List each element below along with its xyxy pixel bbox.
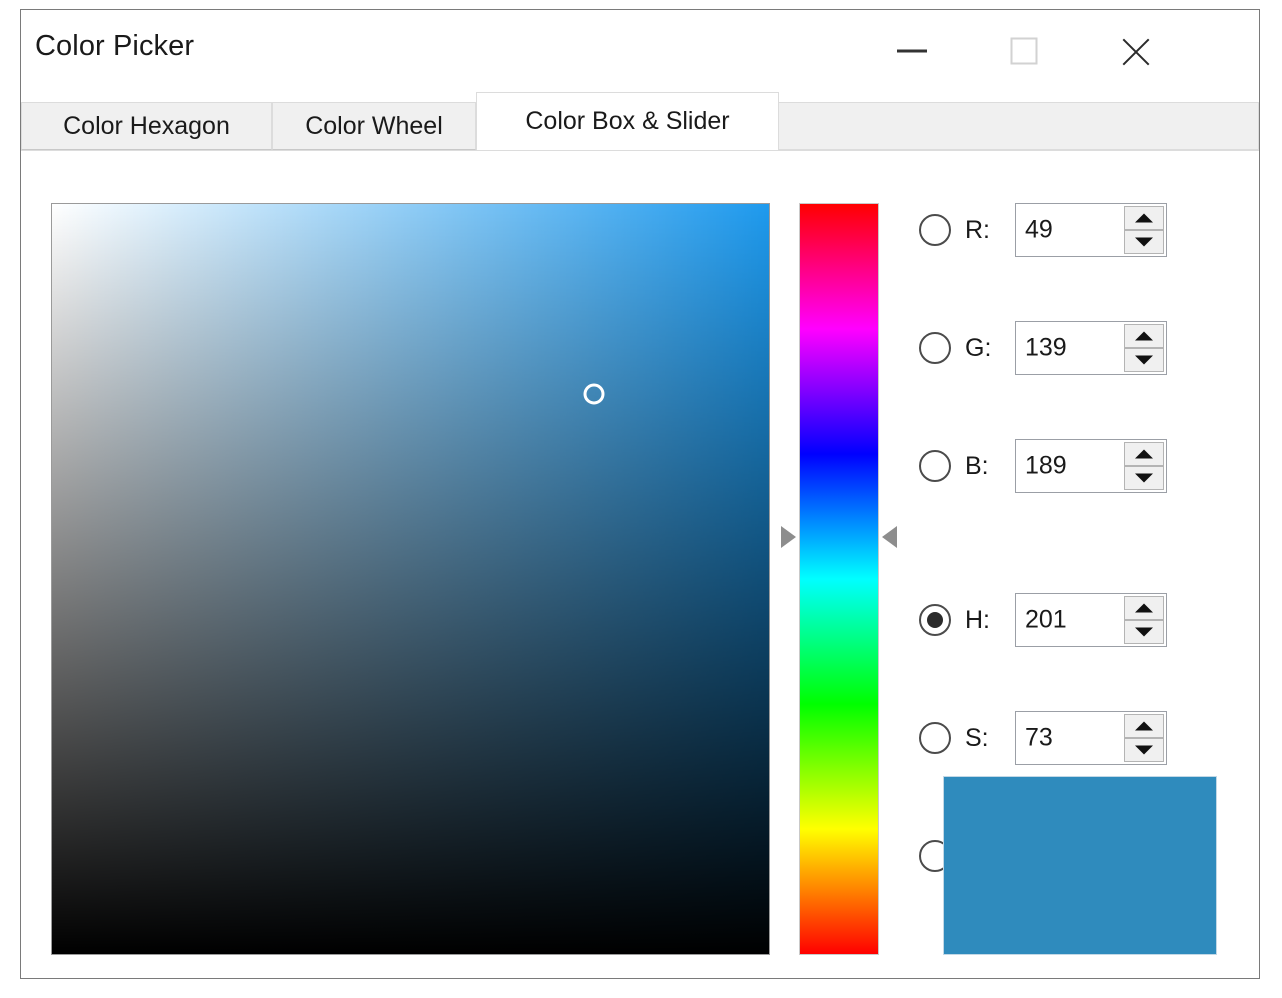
spinbox-s[interactable]: 73	[1015, 711, 1167, 765]
hue-slider-right-thumb-icon[interactable]	[882, 526, 897, 548]
spinbox-g[interactable]: 139	[1015, 321, 1167, 375]
spinbox-value-h: 201	[1025, 606, 1067, 635]
color-picker-window: Color Picker Color Hexagon Color Wheel C…	[20, 9, 1260, 979]
channel-row-r: R: 49	[919, 203, 1167, 257]
spinner-up-arrow-icon[interactable]	[1124, 324, 1164, 348]
tab-color-wheel[interactable]: Color Wheel	[272, 102, 476, 150]
radio-r[interactable]	[919, 214, 951, 246]
spinbox-h[interactable]: 201	[1015, 593, 1167, 647]
tab-label: Color Wheel	[305, 112, 443, 141]
minimize-icon	[897, 50, 927, 53]
channel-label-b: B:	[965, 452, 1011, 481]
radio-g[interactable]	[919, 332, 951, 364]
spinner-up-arrow-icon[interactable]	[1124, 714, 1164, 738]
channel-label-h: H:	[965, 606, 1011, 635]
channel-row-s: S: 73	[919, 711, 1167, 765]
spinner-arrows-s	[1124, 714, 1164, 762]
spinner-down-arrow-icon[interactable]	[1124, 620, 1164, 644]
spinner-down-arrow-icon[interactable]	[1124, 738, 1164, 762]
window-titlebar: Color Picker	[21, 10, 1259, 92]
saturation-lightness-box[interactable]	[51, 203, 770, 955]
spinbox-value-s: 73	[1025, 724, 1053, 753]
spinner-up-arrow-icon[interactable]	[1124, 596, 1164, 620]
channel-label-g: G:	[965, 334, 1011, 363]
hue-slider-track[interactable]	[799, 203, 879, 955]
window-title: Color Picker	[35, 30, 194, 63]
spinner-arrows-g	[1124, 324, 1164, 372]
spinbox-value-r: 49	[1025, 216, 1053, 245]
spinner-up-arrow-icon[interactable]	[1124, 442, 1164, 466]
close-icon	[1118, 33, 1154, 69]
tab-color-box-slider[interactable]: Color Box & Slider	[476, 92, 779, 150]
spinner-up-arrow-icon[interactable]	[1124, 206, 1164, 230]
tab-label: Color Hexagon	[63, 112, 230, 141]
channel-row-b: B: 189	[919, 439, 1167, 493]
spinner-arrows-b	[1124, 442, 1164, 490]
radio-s[interactable]	[919, 722, 951, 754]
color-preview-swatch	[943, 776, 1217, 955]
maximize-icon	[1011, 38, 1038, 65]
close-button[interactable]	[1093, 10, 1179, 92]
tab-panel-color-box-slider: R:49G:139B:189H:201S:73L:74	[21, 150, 1259, 978]
spinbox-r[interactable]: 49	[1015, 203, 1167, 257]
spinbox-b[interactable]: 189	[1015, 439, 1167, 493]
channel-row-h: H: 201	[919, 593, 1167, 647]
spinner-arrows-r	[1124, 206, 1164, 254]
channel-row-g: G: 139	[919, 321, 1167, 375]
spinner-arrows-h	[1124, 596, 1164, 644]
tab-strip: Color Hexagon Color Wheel Color Box & Sl…	[21, 92, 1259, 150]
tab-strip-filler	[779, 102, 1259, 150]
tab-color-hexagon[interactable]: Color Hexagon	[21, 102, 272, 150]
minimize-button[interactable]	[869, 10, 955, 92]
spinbox-value-b: 189	[1025, 452, 1067, 481]
spinbox-value-g: 139	[1025, 334, 1067, 363]
radio-b[interactable]	[919, 450, 951, 482]
spinner-down-arrow-icon[interactable]	[1124, 230, 1164, 254]
tab-label: Color Box & Slider	[525, 107, 729, 136]
channel-label-r: R:	[965, 216, 1011, 245]
hue-slider-left-thumb-icon[interactable]	[781, 526, 796, 548]
channel-label-s: S:	[965, 724, 1011, 753]
colorbox-selection-marker-icon[interactable]	[584, 383, 605, 404]
radio-h[interactable]	[919, 604, 951, 636]
spinner-down-arrow-icon[interactable]	[1124, 348, 1164, 372]
colorbox-black-layer	[52, 204, 769, 954]
spinner-down-arrow-icon[interactable]	[1124, 466, 1164, 490]
maximize-button[interactable]	[981, 10, 1067, 92]
